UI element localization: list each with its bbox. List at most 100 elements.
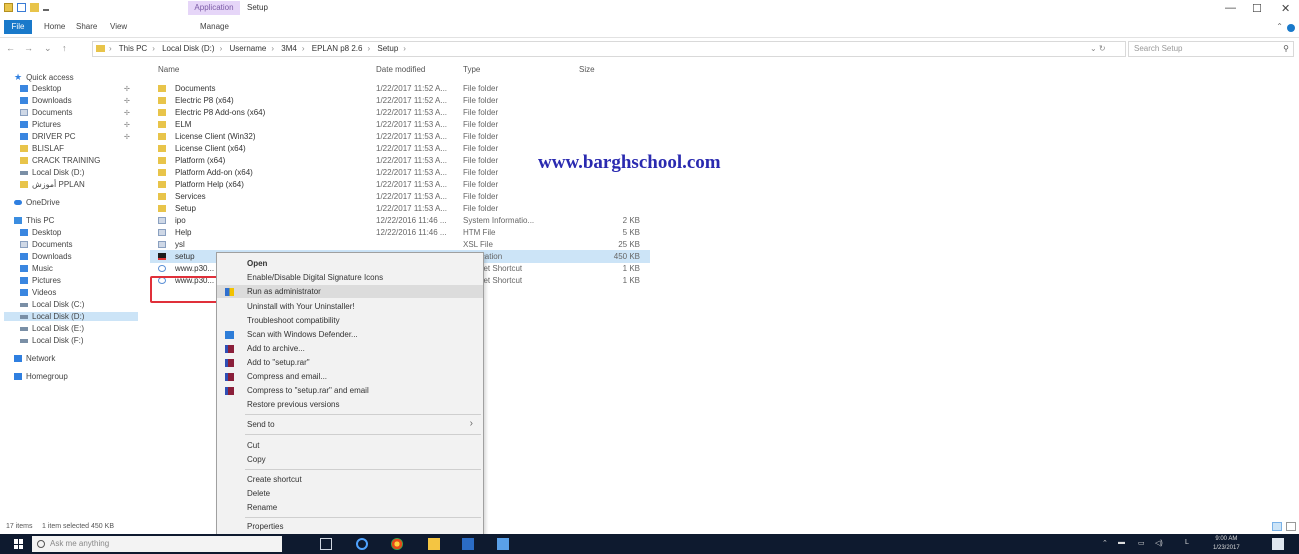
column-header-name[interactable]: Name [158, 65, 179, 74]
nav-this-pc[interactable]: This PC [14, 216, 54, 225]
menu-item-rename[interactable]: Rename [217, 501, 483, 514]
menu-item-open[interactable]: Open [217, 257, 483, 270]
minimize-button[interactable]: — [1225, 2, 1236, 14]
breadcrumb-separator-icon[interactable]: › [109, 44, 112, 53]
nav-item-documents[interactable]: Documents [20, 108, 72, 117]
status-item-count: 17 items [6, 523, 33, 530]
battery-icon[interactable]: ▭ [1138, 539, 1145, 547]
menu-item-compress-and-email[interactable]: Compress and email... [217, 370, 483, 383]
homegroup-icon [14, 373, 22, 380]
nav-pc-pictures[interactable]: Pictures [20, 276, 61, 285]
breadcrumb-this-pc[interactable]: This PC [119, 44, 147, 53]
search-icon[interactable]: ⚲ [1283, 42, 1289, 56]
file-date-modified: 1/22/2017 11:52 A... [376, 84, 448, 93]
folder-icon [158, 85, 166, 92]
windows-start-icon[interactable] [14, 539, 24, 549]
app-icon[interactable] [497, 538, 509, 550]
close-button[interactable]: ✕ [1281, 2, 1290, 15]
language-icon[interactable]: L [1185, 539, 1189, 546]
help-icon[interactable] [1287, 24, 1295, 32]
breadcrumb-setup[interactable]: Setup [377, 44, 398, 53]
column-header-type[interactable]: Type [463, 65, 480, 74]
details-view-icon[interactable] [1272, 522, 1282, 531]
nav-item-pictures[interactable]: Pictures [20, 120, 61, 129]
nav-item-local-disk-d-quick[interactable]: Local Disk (D:) [20, 168, 84, 177]
file-name: Help [175, 228, 192, 237]
menu-item-compress-to-rar-and-email[interactable]: Compress to "setup.rar" and email [217, 384, 483, 397]
tab-view[interactable]: View [110, 22, 127, 31]
quick-access-toolbar[interactable] [4, 3, 49, 12]
network-tray-icon[interactable]: ▬ [1118, 539, 1125, 546]
menu-item-add-to-archive[interactable]: Add to archive... [217, 342, 483, 355]
nav-pc-music[interactable]: Music [20, 264, 53, 273]
taskbar-clock[interactable]: 9:00 AM 1/23/2017 [1213, 535, 1240, 553]
nav-item-crack-training[interactable]: CRACK TRAINING [20, 156, 100, 165]
cortana-search-input[interactable]: Ask me anything [32, 536, 282, 552]
menu-item-delete[interactable]: Delete [217, 487, 483, 500]
search-input[interactable]: Search Setup ⚲ [1128, 41, 1294, 57]
nav-item-eplan-tutorial[interactable]: أموزش PPLAN [20, 180, 85, 189]
menu-item-copy[interactable]: Copy [217, 453, 483, 466]
breadcrumb-local-disk-d[interactable]: Local Disk (D:) [162, 44, 214, 53]
nav-pc-local-disk-d[interactable]: Local Disk (D:) [4, 312, 138, 321]
tab-share[interactable]: Share [76, 22, 97, 31]
nav-pc-desktop[interactable]: Desktop [20, 228, 61, 237]
nav-pc-documents[interactable]: Documents [20, 240, 72, 249]
volume-icon[interactable]: ◁) [1155, 539, 1163, 547]
large-icons-view-icon[interactable] [1286, 522, 1296, 531]
tray-chevron-up-icon[interactable]: ⌃ [1102, 539, 1108, 547]
tab-manage[interactable]: Manage [200, 22, 229, 31]
forward-icon[interactable]: → [24, 43, 33, 53]
menu-item-uninstall[interactable]: Uninstall with Your Uninstaller! [217, 300, 483, 313]
nav-pc-local-disk-c[interactable]: Local Disk (C:) [20, 300, 84, 309]
back-icon[interactable]: ← [6, 43, 15, 53]
task-view-icon[interactable] [320, 538, 332, 550]
address-dropdown-icon[interactable]: ⌄ ↻ [1090, 44, 1106, 53]
menu-item-digital-signature-icons[interactable]: Enable/Disable Digital Signature Icons [217, 271, 483, 284]
column-header-size[interactable]: Size [579, 65, 595, 74]
nav-homegroup[interactable]: Homegroup [14, 372, 68, 381]
nav-pc-local-disk-f[interactable]: Local Disk (F:) [20, 336, 84, 345]
tab-home[interactable]: Home [44, 22, 65, 31]
menu-item-scan-defender[interactable]: Scan with Windows Defender... [217, 328, 483, 341]
edge-icon[interactable] [356, 538, 368, 550]
menu-item-create-shortcut[interactable]: Create shortcut [217, 473, 483, 486]
column-header-date-modified[interactable]: Date modified [376, 65, 425, 74]
new-folder-icon[interactable] [30, 3, 39, 12]
chrome-icon[interactable] [391, 538, 403, 550]
nav-pc-downloads[interactable]: Downloads [20, 252, 72, 261]
file-size: 5 KB [622, 228, 640, 237]
breadcrumb-username[interactable]: Username [229, 44, 266, 53]
file-name: Electric P8 (x64) [175, 96, 234, 105]
menu-item-add-to-setup-rar[interactable]: Add to "setup.rar" [217, 356, 483, 369]
menu-item-cut[interactable]: Cut [217, 439, 483, 452]
word-icon[interactable] [462, 538, 474, 550]
menu-item-troubleshoot-compatibility[interactable]: Troubleshoot compatibility [217, 314, 483, 327]
nav-item-desktop[interactable]: Desktop [20, 84, 61, 93]
nav-network[interactable]: Network [14, 354, 55, 363]
maximize-button[interactable]: ☐ [1252, 2, 1262, 15]
up-icon[interactable]: ↑ [62, 43, 67, 53]
menu-item-restore-previous-versions[interactable]: Restore previous versions [217, 398, 483, 411]
nav-item-driver-pc[interactable]: DRIVER PC [20, 132, 76, 141]
chevron-up-icon[interactable]: ⌃ [1276, 22, 1283, 31]
nav-quick-access[interactable]: ★ Quick access [14, 72, 74, 83]
breadcrumb-eplan[interactable]: EPLAN p8 2.6 [312, 44, 363, 53]
breadcrumb-3m4[interactable]: 3M4 [281, 44, 297, 53]
customize-toolbar-icon[interactable] [43, 8, 49, 11]
nav-item-blislaf[interactable]: BLISLAF [20, 144, 64, 153]
folder-icon [158, 193, 166, 200]
nav-pc-videos[interactable]: Videos [20, 288, 56, 297]
address-bar[interactable]: › This PC › Local Disk (D:) › Username › 3M… [92, 41, 1126, 57]
folder-icon[interactable] [4, 3, 13, 12]
notifications-icon[interactable] [1272, 538, 1284, 550]
nav-onedrive[interactable]: OneDrive [14, 198, 60, 207]
file-explorer-icon[interactable] [428, 538, 440, 550]
nav-item-downloads[interactable]: Downloads [20, 96, 72, 105]
nav-pc-local-disk-e[interactable]: Local Disk (E:) [20, 324, 84, 333]
recent-locations-icon[interactable]: ⌄ [44, 43, 52, 54]
menu-item-send-to[interactable]: Send to › [217, 418, 483, 431]
tab-file[interactable]: File [4, 20, 32, 34]
properties-icon[interactable] [17, 3, 26, 12]
menu-item-run-as-administrator[interactable]: Run as administrator [217, 285, 483, 298]
